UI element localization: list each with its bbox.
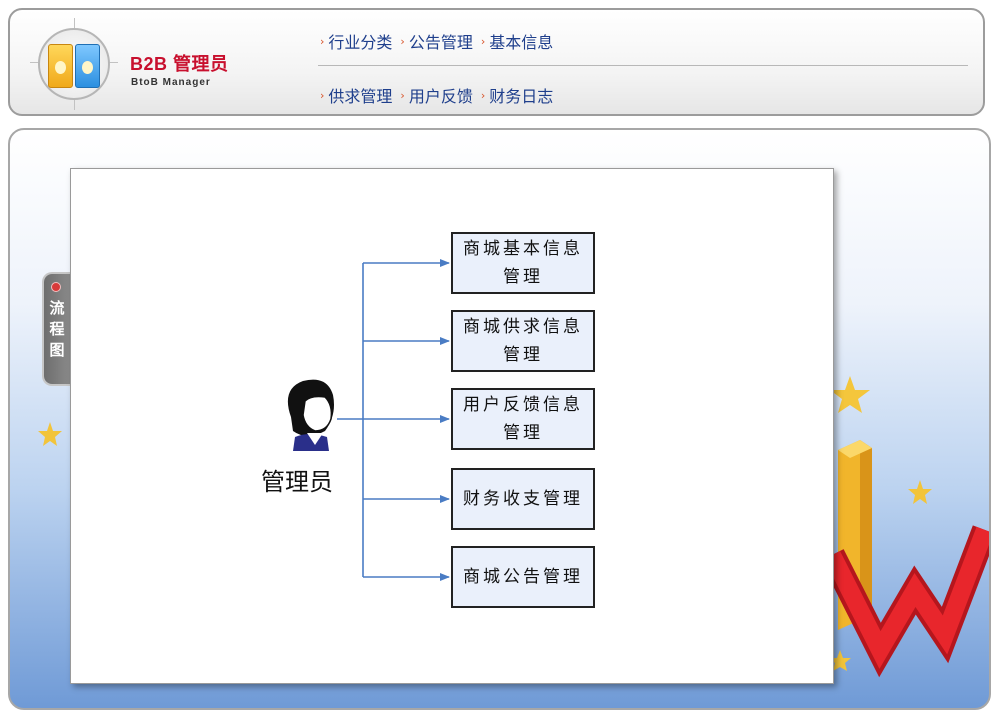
record-dot-icon xyxy=(51,282,61,292)
nav-item-finance-log[interactable]: › 财务日志 xyxy=(481,83,553,107)
nav-label: 公告管理 xyxy=(408,33,473,52)
chevron-right-icon: › xyxy=(400,88,405,102)
admin-label: 管理员 xyxy=(261,468,333,496)
nav-item-announcement[interactable]: › 公告管理 xyxy=(400,29,472,53)
flow-box-user-feedback: 用户反馈信息管理 xyxy=(451,388,595,450)
nav-row-1: › 行业分类 › 公告管理 › 基本信息 xyxy=(320,28,561,54)
flowchart-canvas: 管理员 商城基本信息管理 商城供求信息管理 用户反馈信息管理 财务收支管理 商城… xyxy=(70,168,834,684)
nav-item-user-feedback[interactable]: › 用户反馈 xyxy=(400,83,472,107)
nav-label: 供求管理 xyxy=(328,87,393,106)
nav-label: 行业分类 xyxy=(328,33,393,52)
nav-row-2: › 供求管理 › 用户反馈 › 财务日志 xyxy=(320,82,561,108)
nav-divider xyxy=(318,65,968,66)
chevron-right-icon: › xyxy=(400,34,405,48)
chevron-right-icon: › xyxy=(320,88,325,102)
nav-item-supply-demand[interactable]: › 供求管理 xyxy=(320,83,392,107)
logo xyxy=(30,18,118,110)
chevron-right-icon: › xyxy=(480,34,486,48)
nav-label: 基本信息 xyxy=(489,33,554,52)
nav-label: 财务日志 xyxy=(489,87,554,106)
flow-box-finance: 财务收支管理 xyxy=(451,468,595,530)
flow-box-supply-demand: 商城供求信息管理 xyxy=(451,310,595,372)
chevron-right-icon: › xyxy=(320,34,325,48)
logo-blue-box-icon xyxy=(75,44,100,88)
admin-avatar-icon xyxy=(287,379,334,451)
nav-item-basic-info[interactable]: › 基本信息 xyxy=(481,29,553,53)
brand-subtitle: BtoB Manager xyxy=(131,77,211,88)
flowchart-side-tab[interactable]: 流程图 xyxy=(44,274,70,384)
main-panel: 流程图 管理员 商城基本信息管理 商城供求信息管理 用户反馈信息管理 财务收支管… xyxy=(8,128,991,710)
nav-label: 用户反馈 xyxy=(408,87,473,106)
star-icon xyxy=(908,480,932,504)
side-tab-label: 流程图 xyxy=(49,299,65,359)
star-icon xyxy=(830,376,870,413)
logo-yellow-box-icon xyxy=(48,44,73,88)
flow-box-announcement: 商城公告管理 xyxy=(451,546,595,608)
flow-box-mall-basic-info: 商城基本信息管理 xyxy=(451,232,595,294)
brand-title: B2B 管理员 xyxy=(130,54,229,74)
nav-item-industry-category[interactable]: › 行业分类 xyxy=(320,29,392,53)
top-header: B2B 管理员 BtoB Manager › 行业分类 › 公告管理 › 基本信… xyxy=(8,8,985,116)
star-icon xyxy=(38,422,62,446)
chevron-right-icon: › xyxy=(480,88,486,102)
